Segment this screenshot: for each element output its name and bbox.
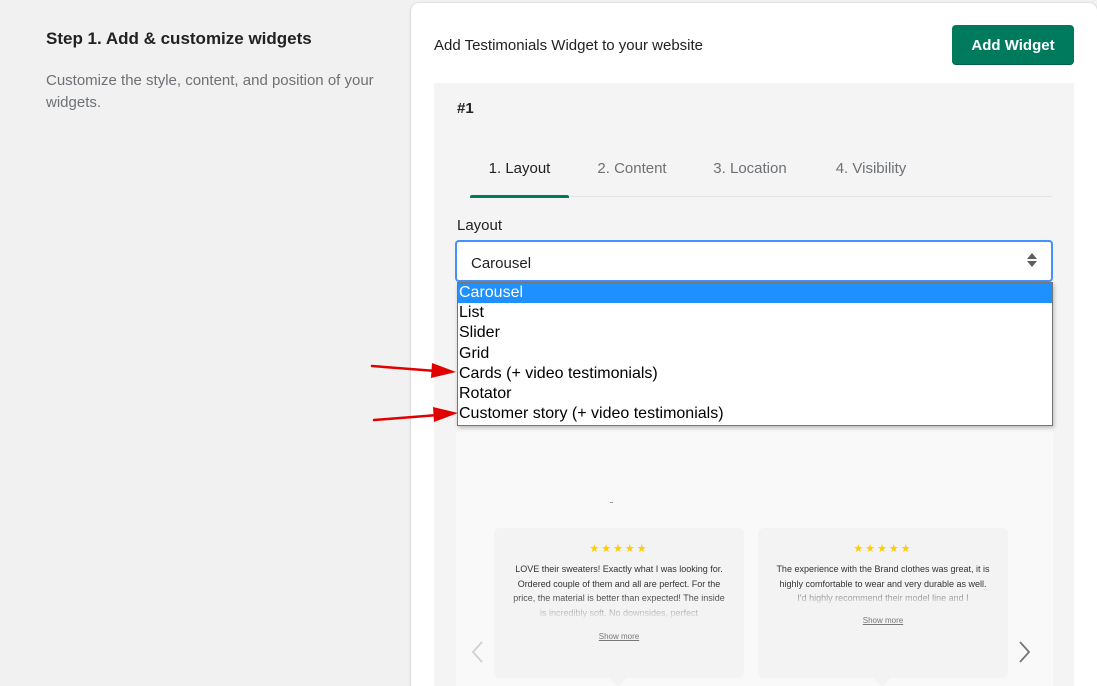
review-text: LOVE their sweaters! Exactly what I was … <box>513 564 725 618</box>
widget-number: #1 <box>457 100 474 117</box>
select-arrows-icon <box>1027 251 1037 269</box>
layout-option-rotator[interactable]: Rotator <box>458 384 1052 404</box>
tab-content[interactable]: 2. Content <box>580 140 684 197</box>
layout-option-list[interactable]: List <box>458 303 1052 323</box>
review-text: The experience with the Brand clothes wa… <box>776 564 990 604</box>
card-pointer <box>873 669 891 686</box>
layout-select[interactable]: Carousel <box>455 240 1053 282</box>
add-widget-button[interactable]: Add Widget <box>952 25 1074 65</box>
red-arrow-annotation <box>370 363 456 378</box>
tab-location[interactable]: 3. Location <box>696 140 804 197</box>
stars-rating: ★★★★★ <box>589 543 649 555</box>
widget-tabs: 1. Layout 2. Content 3. Location 4. Visi… <box>470 140 1052 198</box>
show-more-link[interactable]: Show more <box>599 632 639 641</box>
layout-option-grid[interactable]: Grid <box>458 344 1052 364</box>
tab-layout[interactable]: 1. Layout <box>470 140 569 198</box>
layout-select-value: Carousel <box>471 255 532 272</box>
layout-option-cards[interactable]: Cards (+ video testimonials) <box>458 364 1052 384</box>
chevron-right-icon[interactable] <box>1018 640 1032 664</box>
card-pointer <box>609 669 627 686</box>
show-more-link[interactable]: Show more <box>863 616 903 625</box>
step-title: Step 1. Add & customize widgets <box>46 29 312 48</box>
step-section: Step 1. Add & customize widgets Customiz… <box>46 28 376 114</box>
layout-label: Layout <box>457 217 503 234</box>
preview-dot <box>610 502 613 503</box>
layout-option-carousel[interactable]: Carousel <box>458 283 1052 304</box>
widget-preview: ★★★★★ LOVE their sweaters! Exactly what … <box>456 426 1053 686</box>
stars-rating: ★★★★★ <box>853 543 913 555</box>
chevron-left-icon[interactable] <box>470 640 484 664</box>
tab-visibility[interactable]: 4. Visibility <box>816 140 926 197</box>
layout-option-customer-story[interactable]: Customer story (+ video testimonials) <box>458 404 1052 424</box>
review-card: ★★★★★ The experience with the Brand clot… <box>758 528 1008 686</box>
step-description: Customize the style, content, and positi… <box>46 72 374 111</box>
card-header: Add Testimonials Widget to your website <box>434 37 704 54</box>
layout-option-slider[interactable]: Slider <box>458 323 1052 343</box>
red-arrow-annotation <box>372 407 458 422</box>
review-card: ★★★★★ LOVE their sweaters! Exactly what … <box>494 528 744 686</box>
layout-dropdown-list[interactable]: Carousel List Slider Grid Cards (+ video… <box>457 282 1053 426</box>
